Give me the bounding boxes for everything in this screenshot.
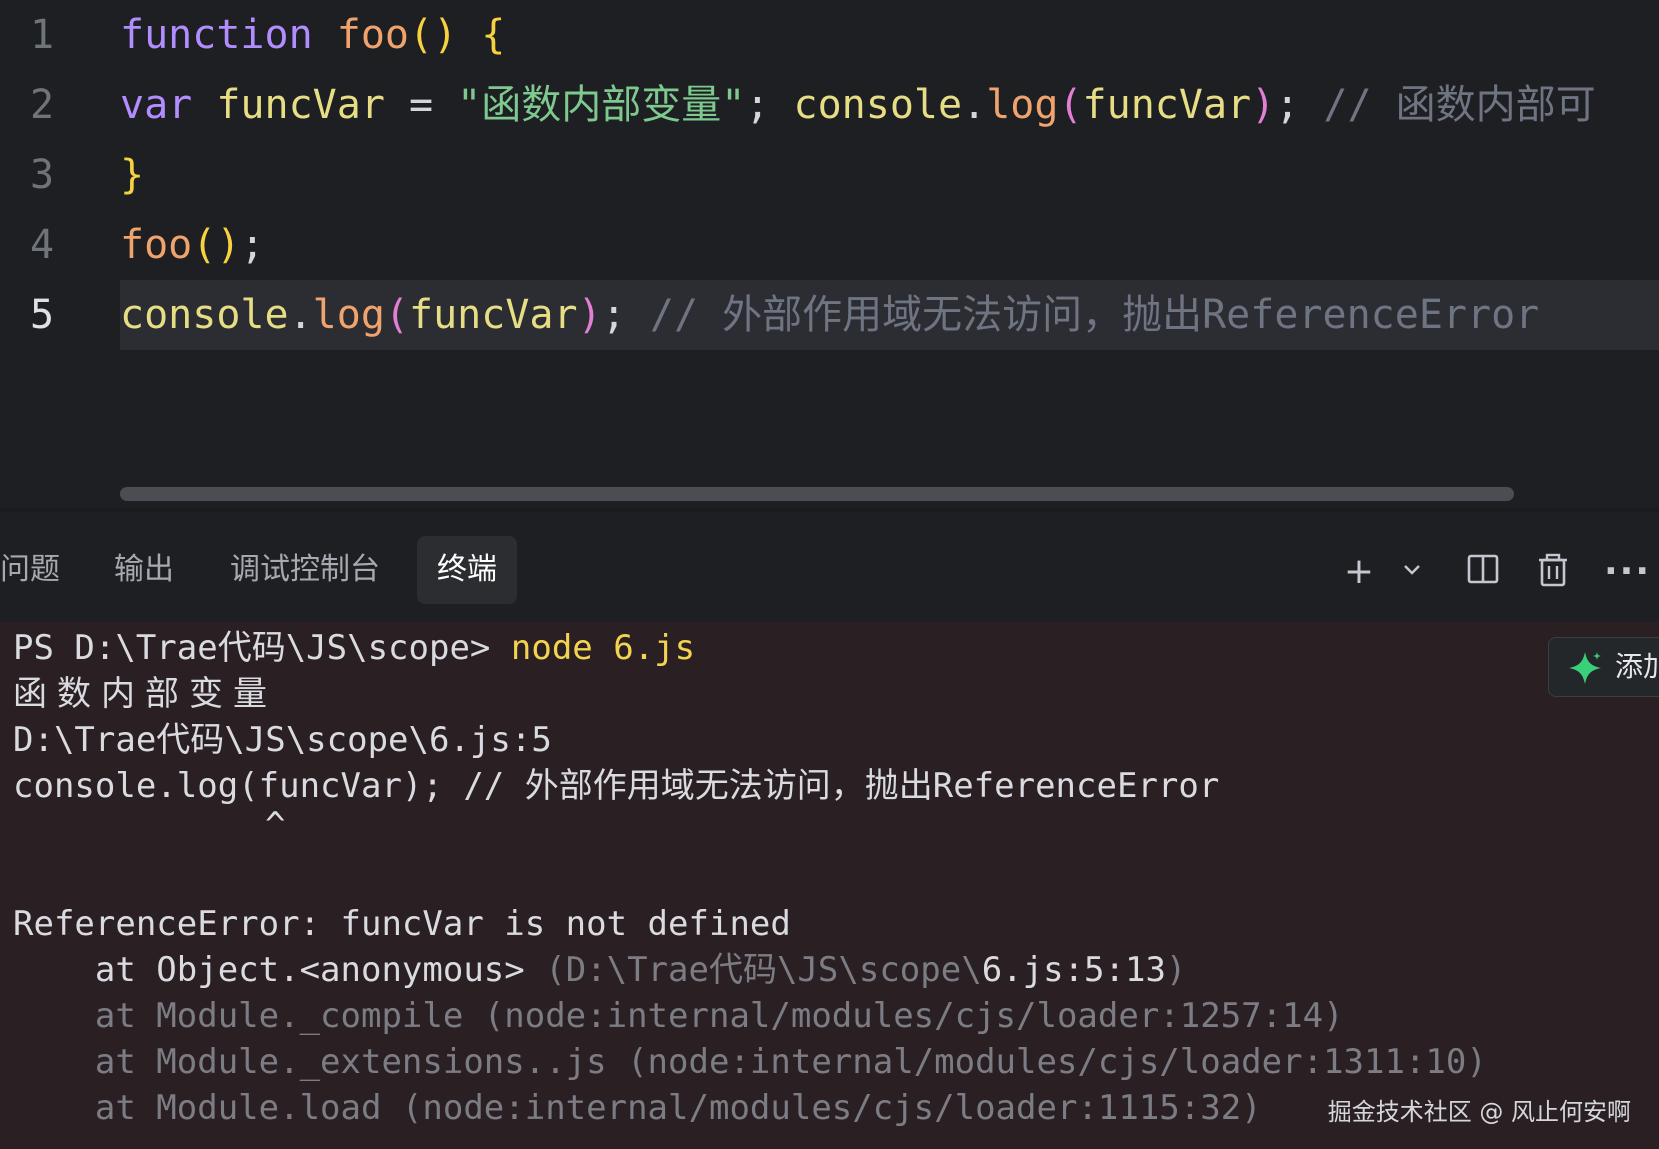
code-text[interactable]: function foo() { xyxy=(120,0,1659,70)
tab-output[interactable]: 输出 xyxy=(94,536,194,604)
code-token: // 外部作用域无法访问，抛出ReferenceError xyxy=(649,292,1540,338)
bottom-panel: 问题 输出 调试控制台 终端 + ··· PS D:\Trae代码\JS\sco… xyxy=(0,512,1659,1149)
panel-tabbar: 问题 输出 调试控制台 终端 + ··· xyxy=(0,512,1659,622)
code-token: "函数内部变量" xyxy=(457,82,746,128)
terminal-stack-1: at Object.<anonymous> (D:\Trae代码\JS\scop… xyxy=(13,947,1187,993)
watermark: 掘金技术社区 @ 风止何安啊 xyxy=(1327,1098,1631,1126)
code-text[interactable]: console.log(funcVar); // 外部作用域无法访问，抛出Ref… xyxy=(120,280,1659,350)
code-line[interactable]: 1 function foo() { xyxy=(0,0,1659,70)
code-token: ) xyxy=(1251,82,1276,128)
editor-horizontal-scrollbar[interactable] xyxy=(120,487,1514,501)
code-token: . xyxy=(962,82,987,128)
split-icon-svg xyxy=(1467,554,1499,584)
terminal-error: ReferenceError: funcVar is not defined xyxy=(13,904,791,944)
code-text[interactable]: foo(); xyxy=(120,210,1659,280)
terminal-stack-3: at Module._extensions..js (node:internal… xyxy=(13,1042,1487,1082)
terminal-prompt: PS D:\Trae代码\JS\scope> xyxy=(13,628,511,668)
code-token: // 函数内部可 xyxy=(1323,82,1596,128)
code-token: ) xyxy=(577,292,602,338)
terminal-output-3: console.log(funcVar); // 外部作用域无法访问，抛出Ref… xyxy=(13,766,1220,806)
line-number: 4 xyxy=(29,222,55,268)
new-terminal-icon[interactable]: + xyxy=(1339,552,1379,592)
stack-1-loc-file[interactable]: 6.js:5:13 xyxy=(982,950,1166,990)
code-token: function xyxy=(120,12,313,58)
code-token: log xyxy=(986,82,1059,128)
stack-1-loc-post: ) xyxy=(1165,950,1187,990)
code-token: log xyxy=(312,292,385,338)
line-number: 5 xyxy=(29,292,55,338)
terminal-stack-4: at Module.load (node:internal/modules/cj… xyxy=(13,1088,1262,1128)
terminal-output-1: 函数内部变量 xyxy=(13,674,277,714)
stack-1-loc-pre: (D:\Trae代码\JS\scope\ xyxy=(545,950,982,990)
code-token: ; xyxy=(240,222,265,268)
line-number: 1 xyxy=(29,12,55,58)
code-token: () xyxy=(192,222,241,268)
terminal-caret: ^ xyxy=(265,805,286,845)
code-token: console xyxy=(793,82,963,128)
add-to-chat-button[interactable]: 添加 xyxy=(1548,637,1659,697)
code-line[interactable]: 5 console.log(funcVar); // 外部作用域无法访问，抛出Re… xyxy=(0,280,1659,350)
window: 1 function foo() {2 var funcVar = "函数内部变量"… xyxy=(0,0,1659,1149)
tab-terminal[interactable]: 终端 xyxy=(417,536,517,604)
code-token: ( xyxy=(384,292,410,338)
terminal-prompt-line: PS D:\Trae代码\JS\scope> node 6.js xyxy=(13,625,695,671)
code-token: ; xyxy=(1275,82,1324,128)
code-editor[interactable]: 1 function foo() {2 var funcVar = "函数内部变量"… xyxy=(0,0,1659,508)
code-text[interactable]: var funcVar = "函数内部变量"; console.log(func… xyxy=(120,70,1659,140)
code-token: funcVar xyxy=(216,82,385,128)
code-token: var xyxy=(120,82,193,128)
code-token: . xyxy=(288,292,313,338)
stack-1-at: at Object.<anonymous> xyxy=(13,950,546,990)
code-token: foo xyxy=(120,222,193,268)
terminal-stack-2: at Module._compile (node:internal/module… xyxy=(13,996,1344,1036)
code-line[interactable]: 4 foo(); xyxy=(0,210,1659,280)
chevron-down-icon-svg xyxy=(1404,565,1420,575)
add-to-chat-label: 添加 xyxy=(1615,650,1659,683)
split-icon[interactable] xyxy=(1463,552,1503,592)
code-token: ( xyxy=(1058,82,1083,128)
code-token: = xyxy=(384,82,458,128)
code-token: ; xyxy=(745,82,794,128)
code-token: funcVar xyxy=(409,292,578,338)
code-token: } xyxy=(120,152,145,198)
more-icon[interactable]: ··· xyxy=(1604,552,1649,592)
line-number: 3 xyxy=(29,152,55,198)
code-text[interactable]: } xyxy=(120,140,1659,210)
trash-icon-svg xyxy=(1539,553,1567,587)
terminal[interactable]: PS D:\Trae代码\JS\scope> node 6.js 函数内部变量 … xyxy=(0,622,1659,1149)
code-line[interactable]: 2 var funcVar = "函数内部变量"; console.log(fun… xyxy=(0,70,1659,140)
terminal-output-2: D:\Trae代码\JS\scope\6.js:5 xyxy=(13,720,552,760)
code-token: funcVar xyxy=(1082,82,1252,128)
code-line[interactable]: 3} xyxy=(0,140,1659,210)
chevron-down-icon[interactable] xyxy=(1392,552,1432,592)
code-token: () xyxy=(409,12,458,58)
sparkle-icon xyxy=(1569,652,1601,684)
trash-icon[interactable] xyxy=(1533,552,1573,592)
terminal-command: node 6.js xyxy=(510,628,696,668)
line-number: 2 xyxy=(29,82,55,128)
tab-debug-console[interactable]: 调试控制台 xyxy=(210,536,400,604)
code-token: console xyxy=(120,292,289,338)
code-token: ; xyxy=(601,292,650,338)
code-token: foo xyxy=(336,12,409,58)
tab-problems[interactable]: 问题 xyxy=(0,536,80,604)
code-token: { xyxy=(481,12,506,58)
